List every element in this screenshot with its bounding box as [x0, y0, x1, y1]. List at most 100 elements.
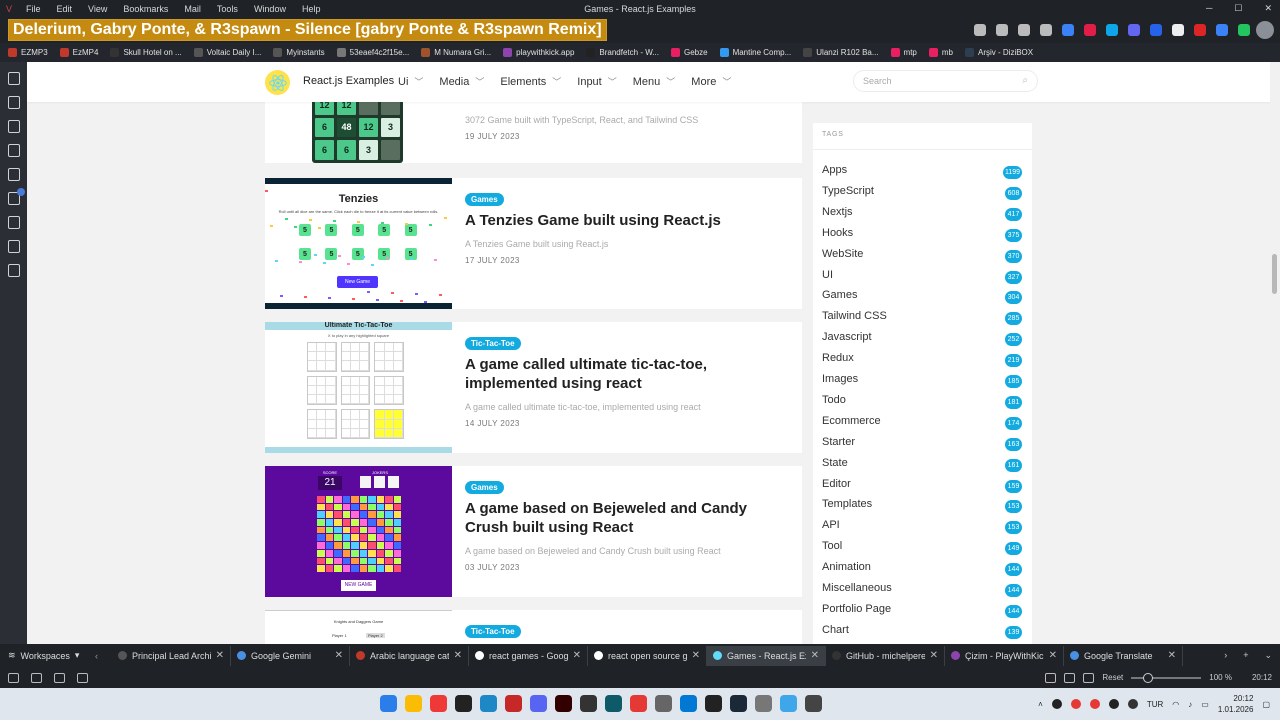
- menu-tools[interactable]: Tools: [209, 4, 246, 14]
- app-icon[interactable]: [805, 695, 822, 712]
- notifications-icon[interactable]: ▢: [1262, 700, 1270, 709]
- bookmark-item[interactable]: Gebze: [670, 48, 708, 57]
- article-tag[interactable]: Tic-Tac-Toe: [465, 337, 521, 350]
- close-tab-icon[interactable]: ✕: [1168, 650, 1176, 661]
- tag-item[interactable]: Editor 159: [822, 478, 1022, 496]
- app-icon[interactable]: [605, 695, 622, 712]
- bookmark-item[interactable]: Skull Hotel on ...: [110, 48, 182, 57]
- bookmark-item[interactable]: Arşiv - DiziBOX: [965, 48, 1033, 57]
- article-thumbnail[interactable]: Knights and Daggers Game Player 1 Player…: [265, 610, 452, 644]
- app-icon[interactable]: [580, 695, 597, 712]
- close-tab-icon[interactable]: ✕: [573, 650, 581, 661]
- tray-icon[interactable]: [1089, 699, 1100, 709]
- reader-icon[interactable]: [974, 24, 986, 36]
- history-panel-icon[interactable]: [7, 120, 20, 133]
- article-thumbnail[interactable]: SCORE 21 JOKERS NEW GAME: [265, 466, 452, 597]
- extension-doc-icon[interactable]: [1172, 24, 1184, 36]
- tray-icon[interactable]: [1051, 699, 1062, 709]
- illustrator-icon[interactable]: [555, 695, 572, 712]
- app-icon[interactable]: [655, 695, 672, 712]
- article-thumbnail[interactable]: Ultimate Tic-Tac-Toe X to play in any hi…: [265, 322, 452, 453]
- page-scrollbar[interactable]: [1270, 62, 1280, 644]
- menu-edit[interactable]: Edit: [49, 4, 81, 14]
- youtube-icon[interactable]: [630, 695, 647, 712]
- app-icon[interactable]: [680, 695, 697, 712]
- article-title[interactable]: A game called ultimate tic-tac-toe, impl…: [465, 355, 785, 393]
- menu-bookmarks[interactable]: Bookmarks: [115, 4, 176, 14]
- browser-tab[interactable]: Google Gemini ✕: [231, 645, 350, 666]
- cloud-sync-icon[interactable]: [54, 672, 65, 683]
- nav-input[interactable]: Input ﹀: [577, 75, 616, 88]
- bookmark-item[interactable]: Ulanzi R102 Ba...: [803, 48, 879, 57]
- tag-item[interactable]: Apps 1199: [822, 164, 1022, 182]
- menu-window[interactable]: Window: [246, 4, 294, 14]
- bookmark-item[interactable]: 53eaef4c2f15e...: [336, 48, 409, 57]
- tag-item[interactable]: TypeScript 608: [822, 185, 1022, 203]
- database-icon[interactable]: [480, 695, 497, 712]
- notes-panel-icon[interactable]: [7, 144, 20, 157]
- new-tab-icon[interactable]: +: [1243, 650, 1248, 661]
- panel-toggle-icon[interactable]: [8, 672, 19, 683]
- terminal-icon[interactable]: [455, 695, 472, 712]
- tag-item[interactable]: Portfolio Page 144: [822, 603, 1022, 621]
- tag-item[interactable]: Templates 153: [822, 498, 1022, 516]
- tag-item[interactable]: Animation 144: [822, 561, 1022, 579]
- discord-icon[interactable]: [530, 695, 547, 712]
- close-tab-icon[interactable]: ✕: [216, 650, 224, 661]
- article-title[interactable]: A game based on Bejeweled and Candy Crus…: [465, 499, 785, 537]
- article-card[interactable]: Knights and Daggers Game Player 1 Player…: [265, 610, 802, 644]
- filezilla-icon[interactable]: [505, 695, 522, 712]
- vivaldi-icon[interactable]: [430, 695, 447, 712]
- article-card[interactable]: Tenzies Roll until all dice are the same…: [265, 178, 802, 309]
- bookmark-item[interactable]: Mantine Comp...: [719, 48, 791, 57]
- extension-arrow-icon[interactable]: [1150, 24, 1162, 36]
- article-card[interactable]: Ultimate Tic-Tac-Toe X to play in any hi…: [265, 322, 802, 453]
- menu-view[interactable]: View: [80, 4, 115, 14]
- tag-item[interactable]: Games 304: [822, 289, 1022, 307]
- extension-translate-icon[interactable]: [1062, 24, 1074, 36]
- browser-tab[interactable]: Arabic language categ ✕: [350, 645, 469, 666]
- chevron-right-icon[interactable]: ›: [1224, 650, 1227, 661]
- translate-panel-icon[interactable]: [7, 168, 20, 181]
- reading-list-icon[interactable]: [7, 216, 20, 229]
- bookmark-item[interactable]: M Numara Gri...: [421, 48, 491, 57]
- extension-blue-icon[interactable]: [1106, 24, 1118, 36]
- tag-item[interactable]: API 153: [822, 519, 1022, 537]
- browser-tab[interactable]: GitHub - michelpereira ✕: [826, 645, 945, 666]
- search-input[interactable]: Search ⌕: [853, 70, 1038, 92]
- capture-icon[interactable]: [1045, 672, 1057, 683]
- browser-tab[interactable]: Games - React.js Exam ✕: [707, 645, 826, 666]
- close-tab-icon[interactable]: ✕: [454, 650, 462, 661]
- nav-more[interactable]: More ﹀: [691, 75, 731, 88]
- tag-item[interactable]: Miscellaneous 144: [822, 582, 1022, 600]
- tag-item[interactable]: Tool 149: [822, 540, 1022, 558]
- tag-item[interactable]: Images 185: [822, 373, 1022, 391]
- close-window-icon[interactable]: ✕: [1264, 3, 1272, 14]
- nav-elements[interactable]: Elements ﹀: [500, 75, 561, 88]
- tile-icon[interactable]: [31, 672, 42, 683]
- tag-item[interactable]: Redux 219: [822, 352, 1022, 370]
- nav-ui[interactable]: Ui ﹀: [398, 75, 423, 88]
- article-tag[interactable]: Games: [465, 481, 504, 494]
- image-toggle-icon[interactable]: [1083, 672, 1095, 683]
- search-icon[interactable]: ⌕: [1022, 75, 1028, 86]
- nav-media[interactable]: Media ﹀: [439, 75, 484, 88]
- window-panel-icon[interactable]: [7, 188, 25, 205]
- capture-icon[interactable]: [996, 24, 1008, 36]
- article-tag[interactable]: Games: [465, 193, 504, 206]
- tab-menu-icon[interactable]: ⌄: [1264, 650, 1272, 661]
- github-icon[interactable]: [705, 695, 722, 712]
- maximize-icon[interactable]: ☐: [1234, 3, 1242, 14]
- steam-icon[interactable]: [730, 695, 747, 712]
- article-thumbnail[interactable]: Tenzies Roll until all dice are the same…: [265, 178, 452, 309]
- tray-icon[interactable]: [1127, 699, 1138, 709]
- profile-avatar[interactable]: [1256, 21, 1274, 39]
- tool-icon[interactable]: [1018, 24, 1030, 36]
- bookmark-item[interactable]: Myinstants: [273, 48, 325, 57]
- site-brand[interactable]: React.js Examples: [303, 75, 394, 87]
- workspaces-button[interactable]: ≋ Workspaces ▾: [0, 650, 95, 661]
- chevron-up-icon[interactable]: ˄: [1038, 700, 1043, 709]
- tag-item[interactable]: Starter 163: [822, 436, 1022, 454]
- browser-tab[interactable]: react games - Google \ ✕: [469, 645, 588, 666]
- zoom-slider-knob[interactable]: [1143, 672, 1154, 683]
